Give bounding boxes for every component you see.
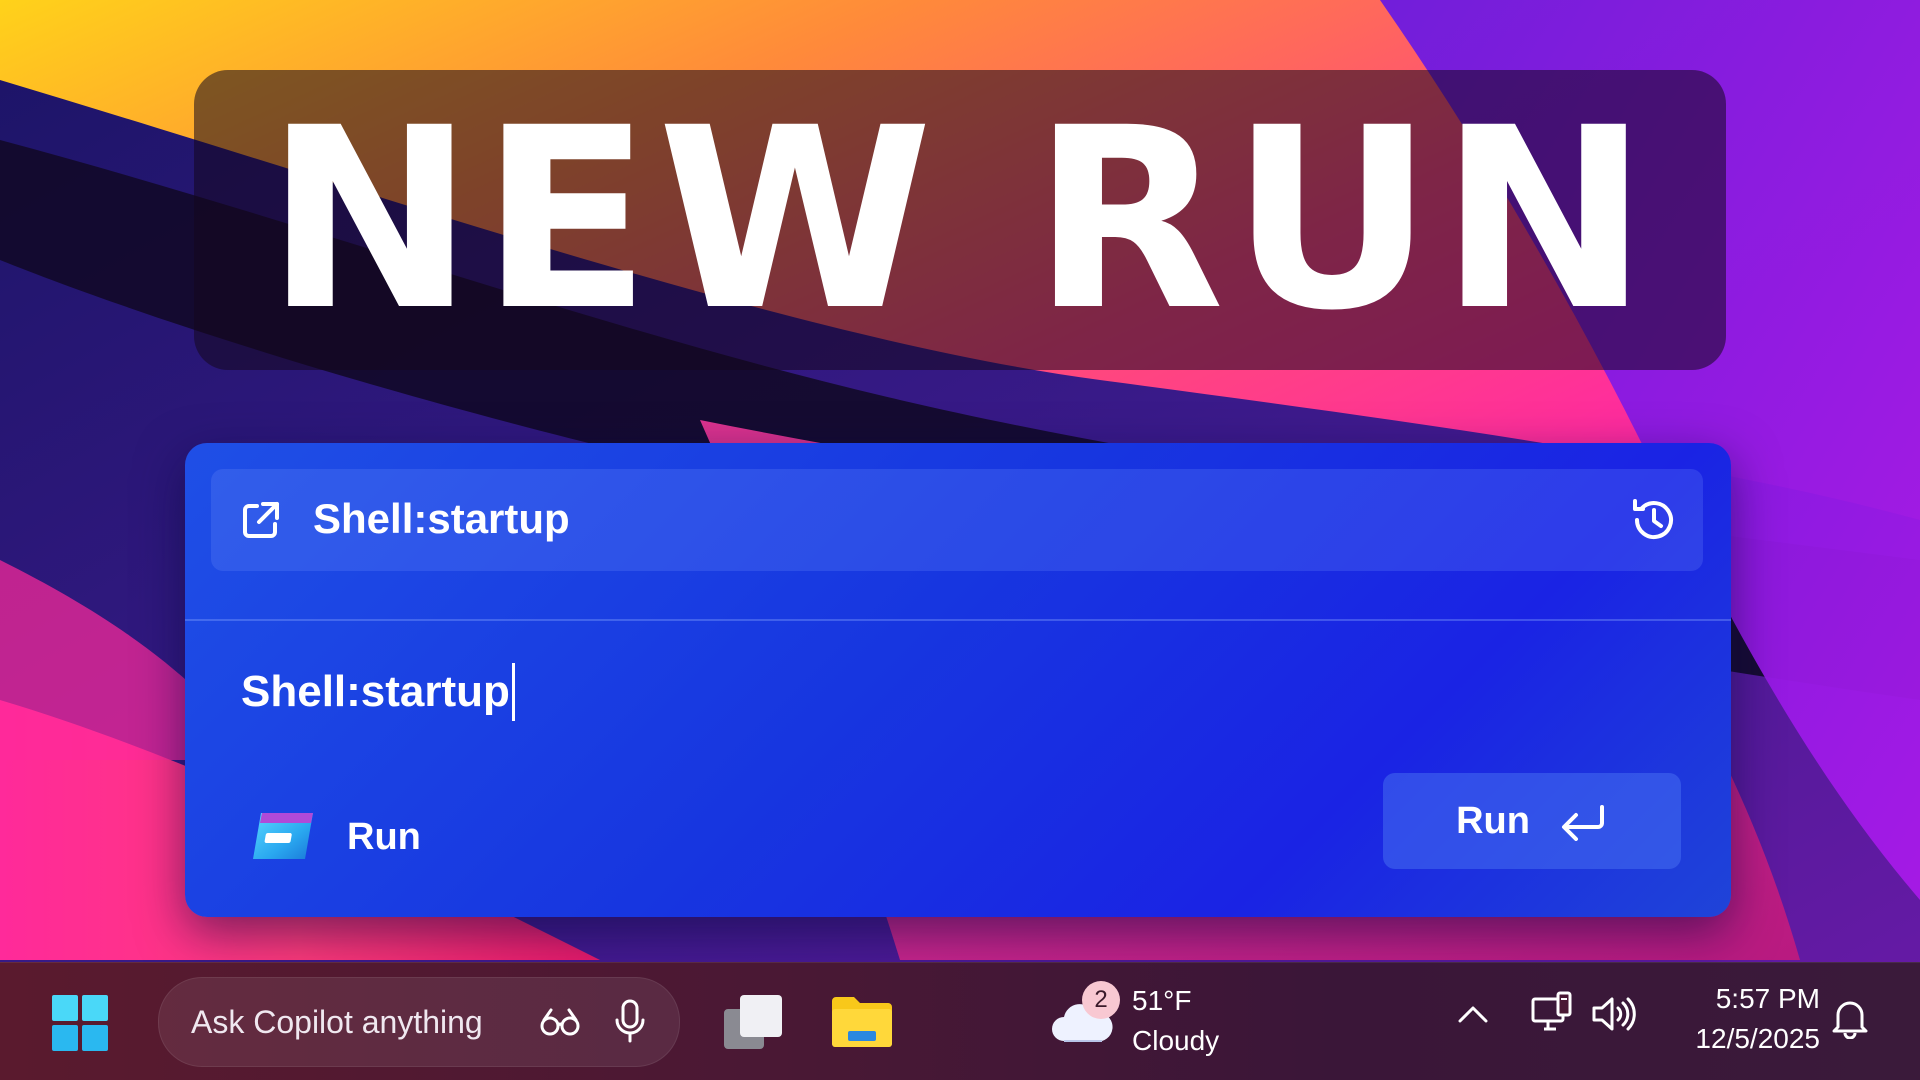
run-app-icon — [253, 813, 313, 859]
app-name-label: Run — [347, 816, 421, 858]
enter-return-icon — [1561, 805, 1604, 841]
desktop-screen: NEW RUN Shell:startup Shell:startup Run … — [0, 0, 1920, 1080]
volume-icon[interactable] — [1590, 995, 1636, 1033]
windows-start-icon[interactable] — [50, 993, 110, 1053]
network-icon[interactable] — [1530, 991, 1574, 1037]
title-banner: NEW RUN — [194, 70, 1726, 370]
command-input-value: Shell:startup — [241, 667, 510, 716]
weather-condition: Cloudy — [1132, 1025, 1220, 1056]
weather-badge: 2 — [1082, 981, 1120, 1019]
microphone-icon[interactable] — [613, 998, 647, 1044]
weather-widget[interactable]: 2 51°F Cloudy — [1050, 979, 1250, 1065]
dialog-divider — [185, 619, 1731, 621]
history-clock-icon[interactable] — [1627, 493, 1681, 547]
system-clock[interactable]: 5:57 PM 12/5/2025 — [1660, 979, 1820, 1065]
history-item[interactable]: Shell:startup — [211, 469, 1703, 571]
open-external-icon — [243, 502, 279, 538]
run-button[interactable]: Run — [1383, 773, 1681, 869]
command-input[interactable]: Shell:startup — [241, 657, 1541, 727]
task-view-icon[interactable] — [720, 991, 786, 1053]
notification-bell-icon[interactable] — [1830, 995, 1870, 1039]
taskbar: Ask Copilot anything 2 51°F Cloudy 5:57 … — [0, 962, 1920, 1080]
weather-temperature: 51°F — [1132, 985, 1192, 1016]
glasses-icon[interactable] — [539, 1002, 581, 1042]
clock-date: 12/5/2025 — [1695, 1023, 1820, 1054]
folder-icon[interactable] — [830, 993, 894, 1049]
copilot-search-box[interactable]: Ask Copilot anything — [158, 977, 680, 1067]
clock-time: 5:57 PM — [1715, 983, 1820, 1014]
text-caret — [511, 663, 515, 721]
run-dialog: Shell:startup Shell:startup Run Run — [185, 443, 1731, 917]
chevron-up-icon[interactable] — [1456, 1003, 1490, 1025]
banner-title: NEW RUN — [265, 74, 1655, 365]
history-item-label: Shell:startup — [313, 495, 570, 542]
copilot-placeholder: Ask Copilot anything — [191, 1004, 483, 1040]
run-button-label: Run — [1456, 799, 1530, 842]
